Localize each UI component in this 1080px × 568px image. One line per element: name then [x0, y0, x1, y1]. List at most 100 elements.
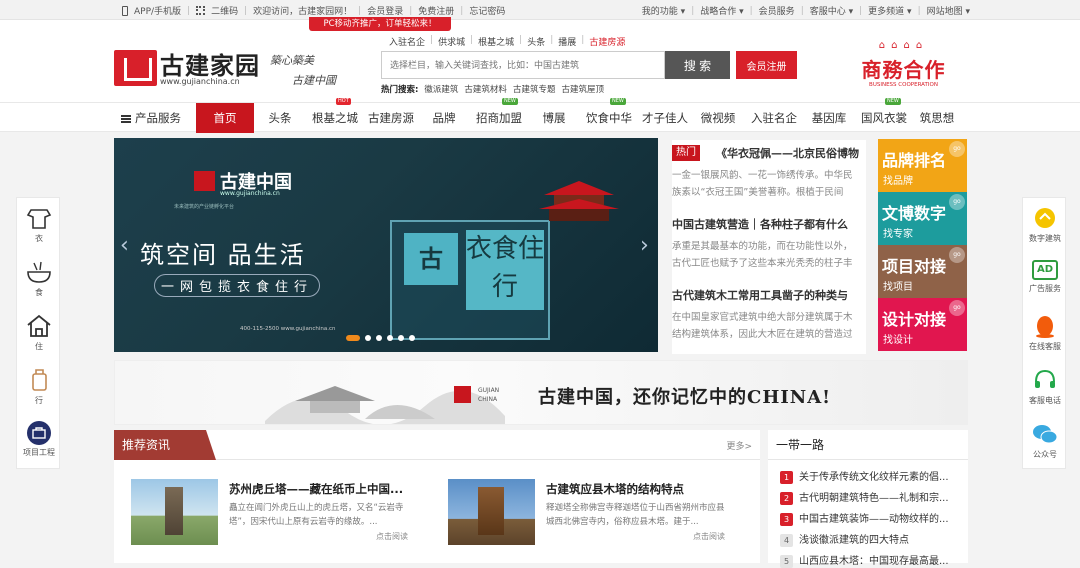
register-link[interactable]: 免费注册 [418, 4, 454, 17]
tile-museum-digital[interactable]: 文博数字 找专家 go [878, 192, 967, 245]
mobile-icon[interactable] [122, 5, 128, 16]
new-badge: NEW [885, 98, 901, 105]
promo-tag[interactable]: PC移动齐推广，订单轻松来！ [309, 17, 451, 31]
carousel-dot[interactable] [387, 335, 393, 341]
login-link[interactable]: 会员登录 [367, 4, 403, 17]
hot-search-term[interactable]: 古建筑专题 [513, 83, 556, 95]
hot-search-term[interactable]: 古建筑材料 [464, 83, 507, 95]
tile-brand-ranking[interactable]: 品牌排名 找品牌 go [878, 139, 967, 192]
read-more-link[interactable]: 点击阅读 [693, 531, 725, 542]
nav-cuisine[interactable]: 饮食中华 NEW [584, 98, 634, 133]
carousel-dot[interactable] [409, 335, 415, 341]
welcome-text: 欢迎访问，古建家园网！ [253, 7, 353, 17]
nav-gene-bank[interactable]: 基因库 [809, 103, 849, 133]
temple-icon [539, 181, 619, 221]
more-channels-menu[interactable]: 更多频道 ▾ [868, 4, 911, 17]
nav-enterprises[interactable]: 入驻名企 [749, 103, 799, 133]
nav-brand[interactable]: 品牌 [427, 103, 461, 133]
hot-search-term[interactable]: 徽派建筑 [424, 83, 458, 95]
nav-architecture-thought[interactable]: 筑思想 [917, 103, 957, 133]
side-item-clothing[interactable]: 衣 [17, 206, 61, 244]
list-item[interactable]: 4 浅谈徽派建筑的四大特点 [780, 531, 965, 547]
sitemap-menu[interactable]: 网站地图 ▾ [927, 4, 970, 17]
strategic-cooperation-menu[interactable]: 战略合作 ▾ [700, 4, 743, 17]
member-register-button[interactable]: 会员注册 [736, 51, 797, 79]
side-item-advertising[interactable]: AD 广告服务 [1023, 260, 1067, 294]
tile-subtitle: 找专家 [883, 229, 913, 240]
tile-project-matching[interactable]: 项目对接 找项目 go [878, 245, 967, 298]
side-item-official-account[interactable]: 公众号 [1023, 422, 1067, 460]
hot-search-term[interactable]: 古建筑屋顶 [561, 83, 604, 95]
list-item[interactable]: 1 关于传承传统文化纹样元素的倡... [780, 468, 965, 484]
tile-design-matching[interactable]: 设计对接 找设计 go [878, 298, 967, 351]
nav-talents[interactable]: 才子佳人 [640, 103, 690, 133]
forgot-password-link[interactable]: 忘记密码 [469, 4, 505, 17]
search-tab[interactable]: 头条 [527, 35, 545, 48]
strip-logo-icon [454, 386, 471, 403]
hot-news-desc: 一金一银展风韵、一花一饰绣传承。中华民 [672, 170, 853, 181]
search-button[interactable]: 搜 索 [665, 51, 730, 79]
nav-micro-video[interactable]: 微视频 [698, 103, 738, 133]
nav-ancient-houses[interactable]: 古建房源 [364, 103, 418, 133]
list-item[interactable]: 5 山西应县木塔：中国现存最高最... [780, 552, 965, 568]
qrcode-link[interactable]: 二维码 [211, 4, 238, 17]
carousel-dot[interactable] [376, 335, 382, 341]
list-item[interactable]: 2 古代明朝建筑特色——礼制和宗... [780, 489, 965, 505]
article-card[interactable]: 苏州虎丘塔——藏在纸币上中国... 矗立在阊门外虎丘山上的虎丘塔，又名“云岩寺塔… [131, 479, 431, 549]
site-logo-icon[interactable] [114, 50, 157, 86]
search-tab-active[interactable]: 古建房源 [589, 35, 625, 48]
side-item-projects[interactable]: 项目工程 [17, 420, 61, 458]
strip-en: GUJIAN CHINA [478, 387, 500, 403]
side-item-service-phone[interactable]: 客服电话 [1023, 368, 1067, 406]
tile-subtitle: 找设计 [883, 335, 913, 346]
nav-foundation-city[interactable]: 根基之城 HOT [309, 98, 361, 133]
article-thumbnail[interactable] [448, 479, 535, 545]
article-thumbnail[interactable] [131, 479, 218, 545]
site-logo-text[interactable]: 古建家园 [160, 46, 260, 81]
ad-strip-banner[interactable]: GUJIAN CHINA 古建中国，还你记忆中的CHINA! [114, 360, 968, 425]
hot-news-desc: 在中国皇家官式建筑中绝大部分建筑属于木 [672, 312, 853, 323]
side-item-food[interactable]: 食 [17, 260, 61, 298]
hero-banner[interactable]: 古建中国 www.gujianchina.cn 未来建筑的产业链孵化平台 筑空间… [114, 138, 658, 352]
app-mobile-link[interactable]: APP/手机版 [134, 4, 181, 17]
member-service-link[interactable]: 会员服务 [759, 4, 795, 17]
side-item-housing[interactable]: 住 [17, 314, 61, 352]
hot-news-title[interactable]: 古代建筑木工常用工具凿子的种类与 [672, 287, 848, 303]
banner-prev-icon[interactable]: ‹ [120, 233, 129, 258]
my-functions-menu[interactable]: 我的功能 ▾ [642, 4, 685, 17]
carousel-dot[interactable] [365, 335, 371, 341]
list-item[interactable]: 3 中国古建筑装饰——动物纹样的... [780, 510, 965, 526]
search-tab[interactable]: 入驻名企 [389, 35, 425, 48]
hot-news-title[interactable]: 《华衣冠佩——北京民俗博物 [716, 145, 859, 161]
banner-next-icon[interactable]: › [640, 233, 649, 258]
article-card[interactable]: 古建筑应县木塔的结构特点 释迦塔全称佛宫寺释迦塔位于山西省朔州市应县城西北佛宫寺… [448, 479, 748, 549]
read-more-link[interactable]: 点击阅读 [376, 531, 408, 542]
nav-headlines[interactable]: 头条 [260, 103, 300, 133]
more-link[interactable]: 更多> [726, 439, 752, 452]
nav-franchise[interactable]: 招商加盟 NEW [474, 98, 524, 133]
customer-center-menu[interactable]: 客服中心 ▾ [810, 4, 853, 17]
search-tab[interactable]: 根基之城 [478, 35, 514, 48]
house-icon [26, 314, 52, 338]
search-input[interactable] [381, 51, 665, 79]
nav-expo[interactable]: 博展 [537, 103, 571, 133]
side-item-online-service[interactable]: 在线客服 [1023, 314, 1067, 352]
nav-national-costume[interactable]: 国风衣裳 NEW [859, 98, 909, 133]
side-item-digital-architecture[interactable]: 数字建筑 [1023, 206, 1067, 244]
nav-product-services[interactable]: 产品服务 [120, 103, 182, 133]
article-title[interactable]: 苏州虎丘塔——藏在纸币上中国... [229, 481, 403, 497]
qrcode-icon[interactable] [196, 6, 206, 15]
top-bar: APP/手机版 | 二维码 | 欢迎访问，古建家园网！ | 会员登录 | 免费注… [0, 0, 1080, 20]
carousel-dot-active[interactable] [346, 335, 360, 341]
hot-news-title[interactable]: 中国古建筑营造｜各种柱子都有什么 [672, 216, 848, 232]
carousel-dot[interactable] [398, 335, 404, 341]
side-item-travel[interactable]: 行 [17, 368, 61, 406]
business-cooperation-link[interactable]: ⌂⌂⌂⌂ 商務合作 BUSINESS COOPERATION [850, 40, 957, 90]
tile-subtitle: 找品牌 [883, 176, 913, 187]
nav-home[interactable]: 首页 [196, 103, 254, 133]
article-title[interactable]: 古建筑应县木塔的结构特点 [546, 481, 684, 497]
left-side-panel: 衣 食 住 行 项目工程 [16, 197, 60, 469]
belt-road-panel: 一带一路 1 关于传承传统文化纹样元素的倡... 2 古代明朝建筑特色——礼制和宗.… [768, 430, 968, 568]
search-tab[interactable]: 供求城 [438, 35, 465, 48]
search-tab[interactable]: 播展 [558, 35, 576, 48]
